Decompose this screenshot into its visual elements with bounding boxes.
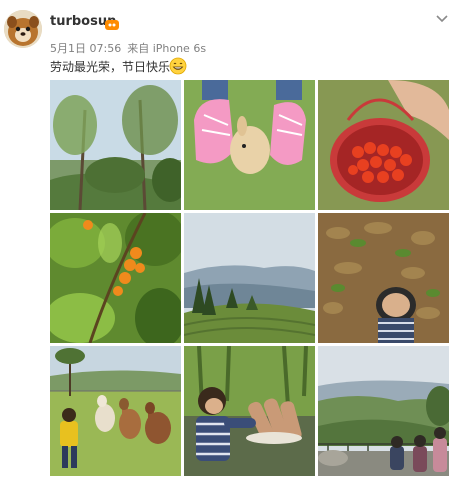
photo-8-child-firewood[interactable] — [184, 346, 315, 476]
photo-grid — [50, 80, 449, 477]
member-badge-icon[interactable] — [105, 16, 119, 30]
grin-emoji-icon — [169, 57, 187, 75]
photo-7-child-alpacas[interactable] — [50, 346, 181, 476]
photo-6-child-leaves[interactable] — [318, 213, 449, 343]
photo-4-orange-fruits[interactable] — [50, 213, 181, 343]
avatar[interactable] — [4, 10, 42, 48]
post-date[interactable]: 5月1日 07:56 — [50, 42, 121, 55]
post-meta: 5月1日 07:56 来自 iPhone 6s — [50, 40, 206, 56]
chevron-down-icon[interactable] — [435, 10, 449, 23]
post-text: 劳动最光荣，节日快乐 — [50, 60, 171, 74]
post-source: 来自 iPhone 6s — [127, 42, 207, 55]
photo-5-mountain-tea-field[interactable] — [184, 213, 315, 343]
photo-9-valley-overlook[interactable] — [318, 346, 449, 476]
photo-3-berry-basket[interactable] — [318, 80, 449, 210]
photo-2-pink-shoes-rabbit[interactable] — [184, 80, 315, 210]
photo-1-trees[interactable] — [50, 80, 181, 210]
